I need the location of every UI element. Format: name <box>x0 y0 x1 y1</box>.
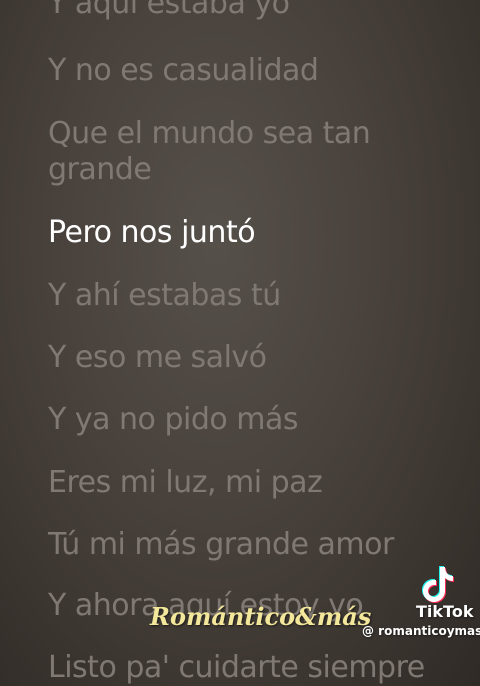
lyric-line: Y no es casualidad <box>48 53 319 88</box>
tiktok-logo-icon <box>422 566 454 603</box>
tiktok-watermark: TikTok @ romanticoymas <box>356 560 480 650</box>
tiktok-brand-name: TikTok <box>416 602 474 621</box>
lyric-line: Y ya no pido más <box>48 402 299 437</box>
lyric-line: Listo pa' cuidarte siempre <box>48 650 425 685</box>
lyric-line: Que el mundo sea tan grande <box>48 116 371 187</box>
tiktok-username: @ romanticoymas <box>362 624 480 638</box>
lyric-line: Y eso me salvó <box>48 340 267 375</box>
lyric-line: Y aquí estaba yo <box>48 0 290 21</box>
lyric-line: Y ahí estabas tú <box>48 278 281 313</box>
lyric-line: Tú mi más grande amor <box>48 527 394 562</box>
watermark-text: Romántico&más <box>150 602 372 631</box>
lyric-line: Eres mi luz, mi paz <box>48 465 323 500</box>
lyric-line-active: Pero nos juntó <box>48 215 256 250</box>
